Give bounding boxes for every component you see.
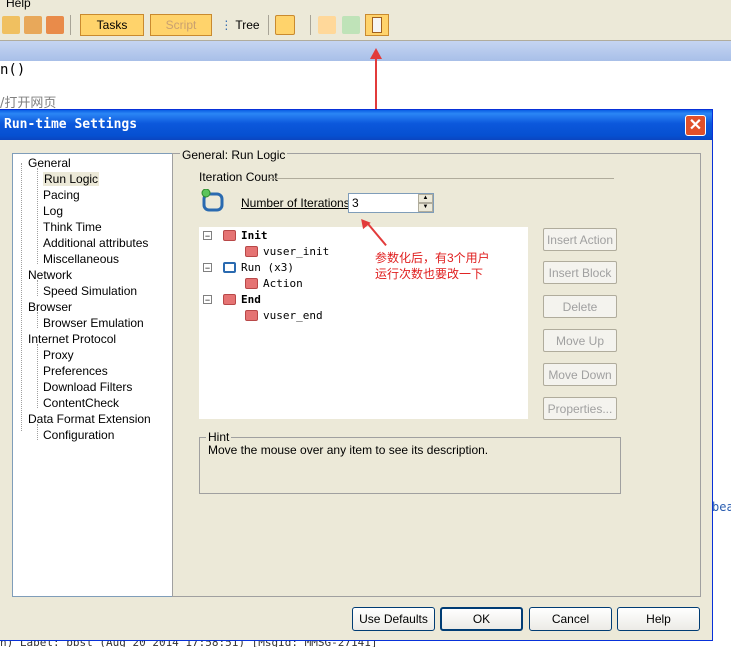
tree-item-pacing[interactable]: Pacing — [43, 188, 80, 202]
tree-connector — [37, 168, 38, 264]
runtime-settings-dialog: Run-time Settings ✕ General Run Logic Pa… — [0, 109, 713, 641]
iterations-stepper[interactable]: 3 ▲ ▼ — [348, 193, 434, 213]
action-icon — [245, 278, 258, 289]
swap-icon[interactable] — [318, 14, 336, 36]
tree-item-speed-simulation[interactable]: Speed Simulation — [43, 284, 137, 298]
collapse-icon[interactable]: − — [203, 263, 212, 273]
toolbar-separator — [268, 15, 269, 35]
tasks-label: Tasks — [96, 18, 128, 32]
settings-tree: General Run Logic Pacing Log Think Time … — [12, 153, 172, 597]
annotation-line-1: 参数化后，有3个用户 — [375, 251, 490, 265]
iteration-count-heading: Iteration Count — [199, 170, 278, 184]
ok-button[interactable]: OK — [440, 607, 523, 631]
use-defaults-button[interactable]: Use Defaults — [352, 607, 435, 631]
tree-item-miscellaneous[interactable]: Miscellaneous — [43, 252, 119, 266]
flow-vuser-init[interactable]: vuser_init — [263, 245, 329, 258]
move-up-button[interactable]: Move Up — [543, 329, 617, 352]
code-line: n() — [0, 62, 26, 78]
dialog-title: Run-time Settings — [4, 117, 138, 132]
flow-action[interactable]: Action — [263, 277, 303, 290]
tree-item-network[interactable]: Network — [28, 268, 72, 282]
collapse-icon[interactable]: − — [203, 231, 212, 241]
stepper-buttons: ▲ ▼ — [418, 194, 433, 212]
toolbar: Tasks Script ⋮ Tree — [0, 10, 731, 41]
toolbar-separator — [70, 15, 71, 35]
flow-init[interactable]: Init — [241, 229, 268, 242]
runtime-settings-icon[interactable] — [365, 14, 389, 36]
collapse-icon[interactable]: − — [203, 295, 212, 305]
layout-icon[interactable] — [275, 14, 295, 36]
tree-item-internet-protocol[interactable]: Internet Protocol — [28, 332, 116, 346]
insert-action-button[interactable]: Insert Action — [543, 228, 617, 251]
tree-item-contentcheck[interactable]: ContentCheck — [43, 396, 119, 410]
insert-block-button[interactable]: Insert Block — [543, 261, 617, 284]
tree-item-log[interactable]: Log — [43, 204, 63, 218]
menu-bar: Help — [0, 0, 731, 10]
tree-connector — [37, 312, 38, 328]
editor-tab-bar — [0, 41, 731, 61]
delete-button[interactable]: Delete — [543, 295, 617, 318]
close-button[interactable]: ✕ — [685, 115, 706, 136]
loop-icon — [223, 262, 236, 273]
hint-title: Hint — [206, 430, 232, 444]
tree-connector — [37, 424, 38, 440]
help-button[interactable]: Help — [617, 607, 700, 631]
tree-label: Tree — [235, 18, 260, 32]
refresh-icon[interactable] — [24, 14, 42, 36]
script-button[interactable]: Script — [150, 14, 212, 36]
tree-item-preferences[interactable]: Preferences — [43, 364, 108, 378]
flow-run[interactable]: Run (x3) — [241, 261, 294, 274]
script-label: Script — [165, 18, 197, 32]
tasks-button[interactable]: Tasks — [80, 14, 144, 36]
tree-item-general[interactable]: General — [28, 156, 71, 170]
tree-item-data-format-extension[interactable]: Data Format Extension — [28, 412, 151, 426]
hint-text: Move the mouse over any item to see its … — [208, 443, 489, 457]
flow-vuser-end[interactable]: vuser_end — [263, 309, 323, 322]
tree-connector — [37, 344, 38, 408]
back-icon[interactable] — [2, 14, 20, 36]
tree-item-proxy[interactable]: Proxy — [43, 348, 74, 362]
action-icon — [245, 246, 258, 257]
annotation-note: 参数化后，有3个用户 运行次数也要改一下 — [375, 250, 490, 282]
preview-icon[interactable] — [342, 14, 360, 36]
code-fragment: bea — [712, 500, 731, 514]
iteration-icon — [201, 189, 224, 212]
tree-item-download-filters[interactable]: Download Filters — [43, 380, 132, 394]
dialog-titlebar: Run-time Settings ✕ — [0, 110, 712, 140]
cancel-button[interactable]: Cancel — [529, 607, 612, 631]
tree-item-think-time[interactable]: Think Time — [43, 220, 102, 234]
annotation-line-2: 运行次数也要改一下 — [375, 267, 484, 281]
tree-connector — [21, 163, 22, 431]
properties-button[interactable]: Properties... — [543, 397, 617, 420]
tree-item-browser[interactable]: Browser — [28, 300, 72, 314]
stepper-up-icon[interactable]: ▲ — [418, 194, 433, 203]
window-icon[interactable] — [46, 14, 64, 36]
annotation-arrow-head — [370, 48, 382, 59]
toolbar-separator — [310, 15, 311, 35]
panel-title: General: Run Logic — [180, 148, 288, 162]
heading-divider — [268, 178, 614, 179]
tree-button[interactable]: ⋮ Tree — [216, 14, 264, 36]
stepper-down-icon[interactable]: ▼ — [418, 203, 433, 212]
action-icon — [245, 310, 258, 321]
tree-icon: ⋮ — [220, 18, 233, 32]
flow-end[interactable]: End — [241, 293, 261, 306]
number-of-iterations-label: Number of Iterations: — [241, 196, 354, 210]
section-icon — [223, 230, 236, 241]
tree-connector — [37, 280, 38, 296]
section-icon — [223, 294, 236, 305]
iterations-input[interactable]: 3 — [352, 196, 359, 210]
menu-help[interactable]: Help — [6, 0, 31, 10]
tree-item-configuration[interactable]: Configuration — [43, 428, 114, 442]
tree-item-browser-emulation[interactable]: Browser Emulation — [43, 316, 144, 330]
tree-item-run-logic[interactable]: Run Logic — [43, 172, 100, 186]
tree-item-additional-attributes[interactable]: Additional attributes — [43, 236, 148, 250]
move-down-button[interactable]: Move Down — [543, 363, 617, 386]
